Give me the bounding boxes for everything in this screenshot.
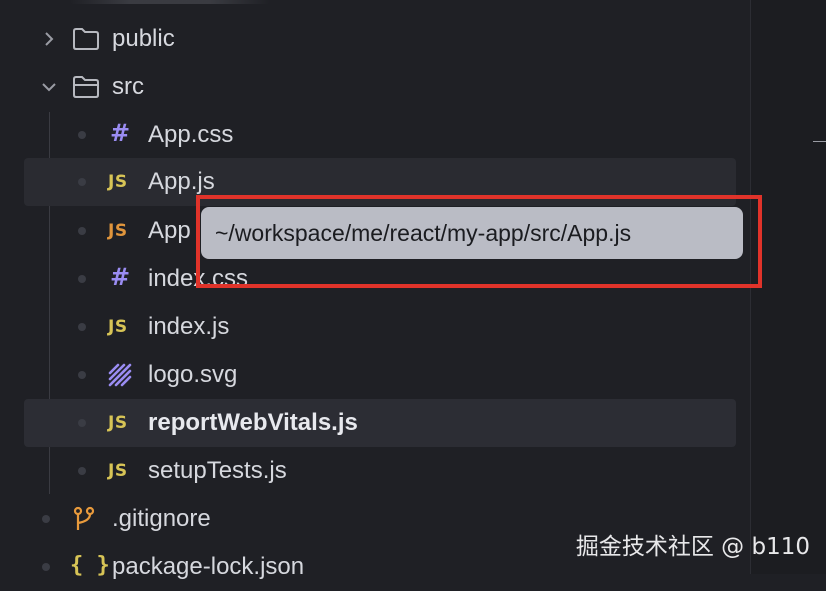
tree-item-label: App.css [148,121,234,148]
highlight-annotation-box [196,195,762,288]
js-file-icon: JS [108,172,128,192]
tree-item-label: App [148,217,191,244]
tree-item-public[interactable]: public [24,15,736,63]
chevron-down-icon [42,80,56,94]
tree-item-index-js[interactable]: JS index.js [24,303,736,351]
tree-item-setup-tests-js[interactable]: JS setupTests.js [24,447,736,495]
tree-item-src[interactable]: src [24,63,736,111]
folder-icon [73,28,99,50]
tree-item-label: .gitignore [112,505,211,532]
tree-item-label: index.js [148,313,230,340]
status-dot [78,467,86,475]
status-dot [78,227,86,235]
tree-item-app-css[interactable]: # App.css [24,111,736,159]
chevron-right-icon [42,32,56,46]
editor-line-marker [813,141,826,142]
tree-item-label: logo.svg [148,361,238,388]
tree-item-logo-svg[interactable]: logo.svg [24,351,736,399]
git-branch-icon [73,506,95,530]
tree-item-label: App.js [148,168,215,195]
status-dot [42,515,50,523]
js-test-file-icon: JS [108,221,128,241]
js-file-icon: JS [108,317,128,337]
json-file-icon: { } [70,553,110,578]
status-dot [78,178,86,186]
partial-row-cutoff [70,0,300,4]
status-dot [42,563,50,571]
tree-item-label: src [112,73,144,100]
folder-open-icon [73,76,99,98]
css-file-icon: # [110,263,131,291]
tree-item-report-web-vitals-js[interactable]: JS reportWebVitals.js [24,399,736,447]
tree-item-label: public [112,25,175,52]
tree-item-label: setupTests.js [148,457,287,484]
watermark: 掘金技术社区 @ b110 [575,534,810,560]
js-file-icon: JS [108,413,128,433]
tree-item-label: package-lock.json [112,553,305,580]
tree-item-label: reportWebVitals.js [148,409,358,436]
status-dot [78,323,86,331]
svg-file-icon [108,363,132,387]
status-dot [78,275,86,283]
status-dot [78,371,86,379]
css-file-icon: # [110,119,131,147]
status-dot [78,131,86,139]
js-file-icon: JS [108,461,128,481]
status-dot [78,419,86,427]
